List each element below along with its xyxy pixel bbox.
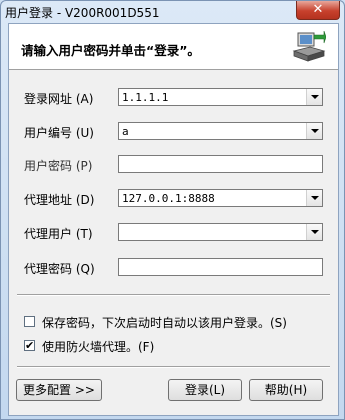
- proxy-address-combobox[interactable]: 127.0.0.1:8888: [118, 189, 323, 207]
- help-button[interactable]: 帮助(H): [249, 379, 323, 401]
- proxy-address-label: 代理地址 (D): [24, 193, 95, 207]
- dialog-header: 请输入用户密码并单击“登录”。: [9, 24, 338, 70]
- use-firewall-proxy-label[interactable]: 使用防火墙代理。(F): [42, 338, 154, 355]
- chevron-down-icon[interactable]: [306, 89, 322, 105]
- user-id-label: 用户编号 (U): [24, 126, 94, 140]
- login-button[interactable]: 登录(L): [168, 379, 242, 401]
- proxy-password-label: 代理密码 (Q): [24, 262, 95, 276]
- proxy-user-label: 代理用户 (T): [24, 227, 93, 241]
- chevron-down-icon[interactable]: [306, 190, 322, 206]
- more-config-button[interactable]: 更多配置 >>: [16, 379, 102, 401]
- dialog-client-area: 请输入用户密码并单击“登录”。 登录网址 (A) 1.1.1.1 用户编号 (U…: [8, 23, 339, 416]
- proxy-address-value: 127.0.0.1:8888: [122, 192, 215, 205]
- separator: [17, 294, 330, 296]
- computer-network-icon: [292, 31, 326, 62]
- use-firewall-proxy-checkbox[interactable]: ✔: [24, 340, 35, 351]
- proxy-password-field[interactable]: [118, 258, 323, 276]
- close-button[interactable]: ✕: [296, 1, 340, 20]
- chevron-down-icon[interactable]: [306, 224, 322, 240]
- password-label: 用户密码 (P): [24, 159, 93, 173]
- login-url-label: 登录网址 (A): [24, 92, 94, 106]
- title-bar[interactable]: 用户登录 - V200R001D551 ✕: [1, 1, 344, 21]
- save-password-label[interactable]: 保存密码，下次启动时自动以该用户登录。(S): [42, 314, 287, 331]
- proxy-user-combobox[interactable]: [118, 223, 323, 241]
- window-title: 用户登录 - V200R001D551: [5, 6, 160, 20]
- user-id-value: a: [122, 125, 129, 138]
- login-url-combobox[interactable]: 1.1.1.1: [118, 88, 323, 106]
- separator: [17, 366, 330, 368]
- login-window: 用户登录 - V200R001D551 ✕ 请输入用户密码并单击“登录”。 登录…: [0, 0, 345, 420]
- user-id-combobox[interactable]: a: [118, 122, 323, 140]
- password-field[interactable]: [118, 155, 323, 173]
- checkmark-icon: ✔: [25, 339, 35, 352]
- chevron-down-icon[interactable]: [306, 123, 322, 139]
- save-password-checkbox[interactable]: [24, 316, 35, 327]
- header-prompt: 请输入用户密码并单击“登录”。: [21, 43, 200, 58]
- login-url-value: 1.1.1.1: [122, 91, 169, 104]
